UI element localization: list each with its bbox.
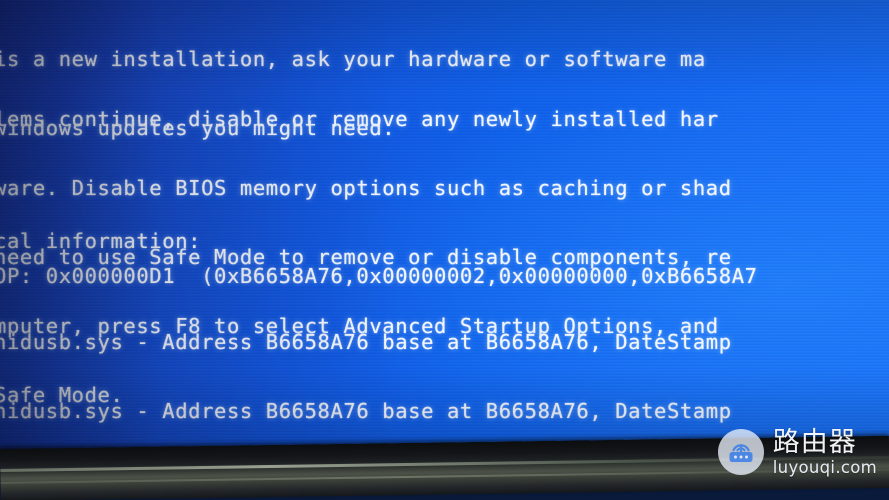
bsod-line: lems continue, disable or remove any new… <box>0 107 719 131</box>
watermark-text: 路由器 luyouqi.com <box>773 429 877 477</box>
photo-of-monitor: is a new installation, ask your hardware… <box>0 0 889 500</box>
watermark-title: 路由器 <box>772 426 857 458</box>
router-icon <box>717 429 764 476</box>
bsod-line: hidusb.sys - Address B6658A76 base at B6… <box>0 399 732 423</box>
blue-screen-of-death: is a new installation, ask your hardware… <box>0 0 889 462</box>
watermark-url: luyouqi.com <box>772 457 877 477</box>
site-watermark: 路由器 luyouqi.com <box>717 429 877 477</box>
bsod-text-block: is a new installation, ask your hardware… <box>0 0 889 423</box>
bsod-line: hidusb.sys - Address B6658A76 base at B6… <box>0 330 732 354</box>
